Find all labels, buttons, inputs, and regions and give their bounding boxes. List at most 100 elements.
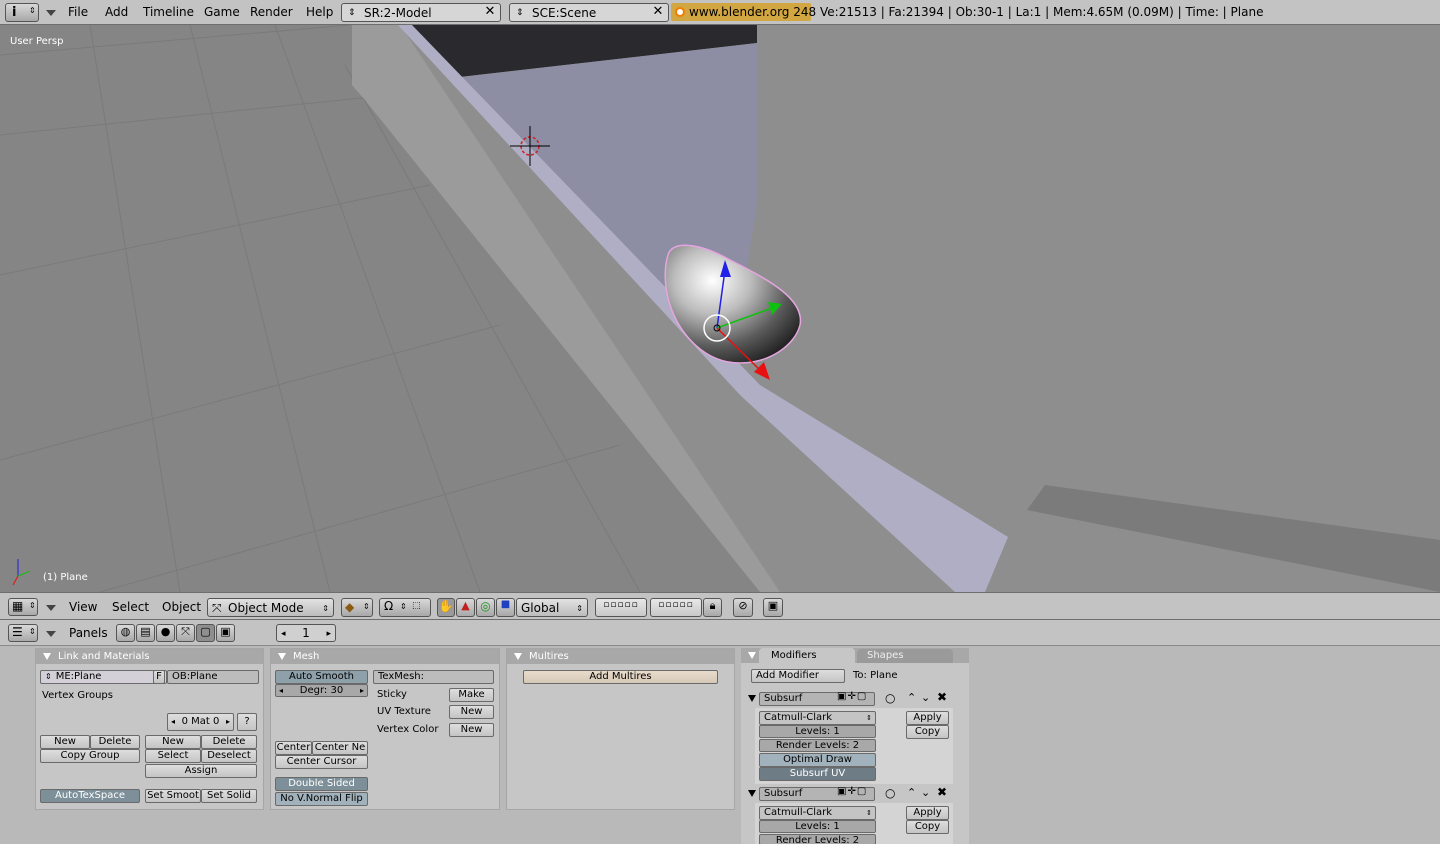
object-name-field[interactable]: OB:Plane bbox=[167, 670, 259, 684]
logic-context-button[interactable]: ◍ bbox=[116, 624, 135, 642]
assign-button[interactable]: Assign bbox=[145, 764, 257, 778]
script-context-button[interactable]: ▤ bbox=[136, 624, 155, 642]
double-sided-toggle[interactable]: Double Sided bbox=[275, 777, 368, 791]
translate-manipulator-button[interactable]: ▲ bbox=[456, 598, 475, 617]
subdivision-type-selector[interactable]: Catmull-Clark ⇕ bbox=[759, 806, 876, 820]
render-preview-button[interactable]: ▣ bbox=[763, 598, 783, 617]
levels-slider[interactable]: Levels: 1 bbox=[759, 820, 876, 833]
mode-selector[interactable]: ⤧ Object Mode ⇕ bbox=[207, 598, 334, 617]
info-window-type-button[interactable]: i ⇕ bbox=[5, 3, 39, 22]
vertex-color-new-button[interactable]: New bbox=[449, 723, 494, 737]
expand-modifier-icon[interactable] bbox=[748, 695, 756, 702]
remove-modifier-icon[interactable]: ✖ bbox=[937, 690, 947, 704]
vertex-group-new-button[interactable]: New bbox=[40, 735, 90, 749]
apply-modifier-button[interactable]: Apply bbox=[906, 806, 949, 820]
modifier-cage-icon[interactable]: ○ bbox=[885, 691, 895, 705]
collapse-menu-icon[interactable] bbox=[46, 631, 56, 637]
vertex-group-delete-button[interactable]: Delete bbox=[90, 735, 140, 749]
center-cursor-button[interactable]: Center Cursor bbox=[275, 755, 368, 769]
menu-view[interactable]: View bbox=[69, 598, 97, 616]
collapse-panel-icon[interactable] bbox=[43, 653, 51, 660]
collapse-panel-icon[interactable] bbox=[278, 653, 286, 660]
scene-context-button[interactable]: ▣ bbox=[216, 624, 235, 642]
copy-modifier-button[interactable]: Copy bbox=[906, 820, 949, 834]
rotate-manipulator-button[interactable]: ◎ bbox=[476, 598, 495, 617]
texmesh-field[interactable]: TexMesh: bbox=[373, 670, 494, 684]
menu-render[interactable]: Render bbox=[250, 3, 293, 21]
menu-help[interactable]: Help bbox=[306, 3, 333, 21]
panel-header[interactable]: Link and Materials bbox=[36, 649, 263, 664]
layer-buttons-left[interactable]: ▫▫▫▫▫ bbox=[595, 598, 647, 617]
material-delete-button[interactable]: Delete bbox=[201, 735, 257, 749]
menu-file[interactable]: File bbox=[68, 3, 88, 21]
menu-add[interactable]: Add bbox=[105, 3, 128, 21]
panel-header[interactable]: Multires bbox=[507, 649, 734, 664]
subsurf-uv-toggle[interactable]: Subsurf UV bbox=[759, 767, 876, 781]
collapse-menu-icon[interactable] bbox=[46, 10, 56, 16]
modifier-visibility-icons[interactable]: ▣✛▢ bbox=[837, 691, 867, 702]
panels-menu[interactable]: Panels bbox=[69, 624, 108, 642]
set-smooth-button[interactable]: Set Smoot bbox=[145, 789, 201, 803]
select-button[interactable]: Select bbox=[145, 749, 201, 763]
collapse-menu-icon[interactable] bbox=[46, 605, 56, 611]
copy-group-button[interactable]: Copy Group bbox=[40, 749, 140, 763]
render-levels-slider[interactable]: Render Levels: 2 bbox=[759, 739, 876, 752]
sticky-make-button[interactable]: Make bbox=[449, 688, 494, 702]
center-new-button[interactable]: Center Ne bbox=[312, 741, 368, 755]
material-new-button[interactable]: New bbox=[145, 735, 201, 749]
move-up-icon[interactable]: ⌃ bbox=[907, 691, 916, 704]
blender-url-link[interactable]: www.blender.org 248 bbox=[671, 3, 816, 21]
panel-header[interactable]: Mesh bbox=[271, 649, 499, 664]
help-button[interactable]: ? bbox=[237, 713, 257, 731]
render-levels-slider[interactable]: Render Levels: 2 bbox=[759, 834, 876, 844]
manipulator-toggle[interactable]: ✋ bbox=[437, 598, 455, 617]
link-scene-button[interactable]: ⊘ bbox=[733, 598, 753, 617]
buttons-window-type-button[interactable]: ☰ ⇕ bbox=[8, 624, 38, 642]
scale-manipulator-button[interactable]: ■ bbox=[496, 598, 515, 617]
modifier-visibility-icons[interactable]: ▣✛▢ bbox=[837, 786, 867, 797]
move-up-icon[interactable]: ⌃ bbox=[907, 786, 916, 799]
pivot-button[interactable]: Ω ⇕ ⬚ bbox=[379, 598, 431, 617]
apply-modifier-button[interactable]: Apply bbox=[906, 711, 949, 725]
delete-scene-icon[interactable]: ✕ bbox=[649, 4, 667, 20]
uv-texture-new-button[interactable]: New bbox=[449, 705, 494, 719]
shading-context-button[interactable]: ● bbox=[156, 624, 175, 642]
mesh-datablock-field[interactable]: ⇕ ME:Plane bbox=[40, 670, 167, 684]
add-modifier-button[interactable]: Add Modifier bbox=[751, 669, 845, 683]
move-down-icon[interactable]: ⌄ bbox=[921, 786, 930, 799]
editing-context-button[interactable]: ▢ bbox=[196, 624, 215, 642]
optimal-draw-toggle[interactable]: Optimal Draw bbox=[759, 753, 876, 767]
menu-timeline[interactable]: Timeline bbox=[143, 3, 194, 21]
collapse-panel-icon[interactable] bbox=[514, 653, 522, 660]
object-context-button[interactable]: ⤧ bbox=[176, 624, 195, 642]
no-vnormal-flip-toggle[interactable]: No V.Normal Flip bbox=[275, 792, 368, 806]
fake-user-button[interactable]: F bbox=[153, 670, 165, 684]
grid-window-type-button[interactable]: ▦ ⇕ bbox=[8, 598, 38, 616]
screen-selector[interactable]: ⇕ SR:2-Model bbox=[341, 3, 501, 22]
modifier-cage-icon[interactable]: ○ bbox=[885, 786, 895, 800]
material-index-stepper[interactable]: ◂ 0 Mat 0 ▸ bbox=[167, 713, 234, 731]
menu-game[interactable]: Game bbox=[204, 3, 240, 21]
3d-viewport[interactable]: User Persp (1) Plane bbox=[0, 25, 1440, 592]
levels-slider[interactable]: Levels: 1 bbox=[759, 725, 876, 738]
add-multires-button[interactable]: Add Multires bbox=[523, 670, 718, 684]
collapse-panel-icon[interactable] bbox=[748, 652, 756, 659]
tab-shapes[interactable]: Shapes bbox=[857, 649, 953, 663]
autotexspace-toggle[interactable]: AutoTexSpace bbox=[40, 789, 140, 803]
scene-selector[interactable]: ⇕ SCE:Scene bbox=[509, 3, 669, 22]
remove-modifier-icon[interactable]: ✖ bbox=[937, 785, 947, 799]
auto-smooth-toggle[interactable]: Auto Smooth bbox=[275, 670, 368, 684]
lock-layers-button[interactable]: 🔒︎ bbox=[703, 598, 722, 617]
draw-type-button[interactable]: ◆ ⇕ bbox=[341, 598, 373, 617]
move-down-icon[interactable]: ⌄ bbox=[921, 691, 930, 704]
subdivision-type-selector[interactable]: Catmull-Clark ⇕ bbox=[759, 711, 876, 725]
set-solid-button[interactable]: Set Solid bbox=[201, 789, 257, 803]
degree-slider[interactable]: ◂ Degr: 30 ▸ bbox=[275, 684, 368, 697]
frame-number-field[interactable]: ◂ 1 ▸ bbox=[276, 624, 336, 642]
orientation-selector[interactable]: Global ⇕ bbox=[516, 598, 588, 617]
menu-object[interactable]: Object bbox=[162, 598, 201, 616]
expand-modifier-icon[interactable] bbox=[748, 790, 756, 797]
layer-buttons-right[interactable]: ▫▫▫▫▫ bbox=[650, 598, 702, 617]
deselect-button[interactable]: Deselect bbox=[201, 749, 257, 763]
delete-screen-icon[interactable]: ✕ bbox=[481, 4, 499, 20]
